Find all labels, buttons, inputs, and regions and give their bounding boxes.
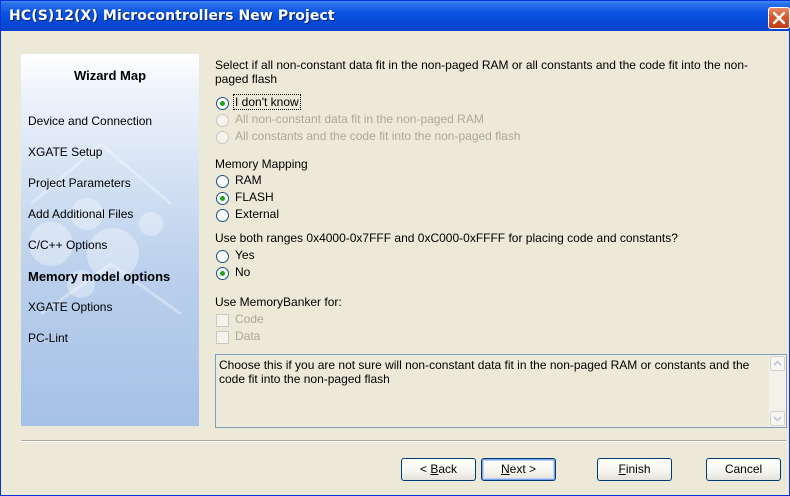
back-label: ack bbox=[438, 462, 458, 476]
finish-accel: F bbox=[618, 462, 626, 476]
wizard-map-title: Wizard Map bbox=[73, 68, 147, 83]
radio-flash-label[interactable]: FLASH bbox=[235, 190, 274, 204]
radio-ram-label[interactable]: RAM bbox=[235, 173, 262, 187]
title-bar[interactable]: HC(S)12(X) Microcontrollers New Project bbox=[1, 1, 790, 31]
scroll-down-button[interactable] bbox=[770, 411, 785, 426]
finish-button[interactable]: Finish bbox=[597, 458, 672, 481]
close-button[interactable] bbox=[768, 7, 790, 29]
radio-dont-know-label[interactable]: I don't know bbox=[233, 94, 301, 110]
radio-code-fit-flash-label: All constants and the code fit into the … bbox=[235, 129, 521, 143]
ranges-question: Use both ranges 0x4000-0x7FFF and 0xC000… bbox=[215, 231, 678, 245]
radio-code-fit-flash bbox=[216, 131, 229, 144]
nav-item-project-parameters[interactable]: Project Parameters bbox=[28, 176, 131, 190]
nav-item-cpp-options[interactable]: C/C++ Options bbox=[28, 238, 107, 252]
radio-dont-know[interactable] bbox=[216, 97, 229, 110]
button-separator bbox=[21, 440, 786, 442]
checkbox-data bbox=[216, 331, 229, 344]
next-accel: N bbox=[500, 462, 510, 476]
radio-external-label[interactable]: External bbox=[235, 207, 279, 221]
options-panel: Select if all non-constant data fit in t… bbox=[215, 54, 787, 428]
help-textbox[interactable]: Choose this if you are not sure will non… bbox=[215, 354, 787, 428]
checkbox-code bbox=[216, 314, 229, 327]
nav-item-device-connection[interactable]: Device and Connection bbox=[28, 114, 152, 128]
memorybanker-label: Use MemoryBanker for: bbox=[215, 295, 342, 309]
nav-item-memory-model[interactable]: Memory model options bbox=[28, 269, 170, 284]
memory-mapping-label: Memory Mapping bbox=[215, 157, 308, 171]
nav-item-xgate-options[interactable]: XGATE Options bbox=[28, 300, 112, 314]
radio-yes-label[interactable]: Yes bbox=[235, 248, 255, 262]
next-button[interactable]: Next > bbox=[481, 458, 556, 481]
fit-question: Select if all non-constant data fit in t… bbox=[215, 58, 748, 86]
cancel-button[interactable]: Cancel bbox=[706, 458, 781, 481]
wizard-map-panel: Wizard Map Device and Connection XGATE S… bbox=[21, 54, 199, 426]
help-scrollbar[interactable] bbox=[769, 355, 786, 427]
help-text: Choose this if you are not sure will non… bbox=[219, 358, 750, 386]
next-label: ext > bbox=[509, 462, 537, 476]
checkbox-data-label: Data bbox=[235, 329, 261, 343]
radio-flash[interactable] bbox=[216, 192, 229, 205]
radio-ram[interactable] bbox=[216, 175, 229, 188]
chevron-down-icon bbox=[773, 416, 782, 422]
nav-item-xgate-setup[interactable]: XGATE Setup bbox=[28, 145, 102, 159]
wizard-window: HC(S)12(X) Microcontrollers New Project … bbox=[0, 0, 790, 496]
chevron-up-icon bbox=[773, 360, 782, 366]
radio-external[interactable] bbox=[216, 209, 229, 222]
back-button[interactable]: < Back bbox=[401, 458, 476, 481]
nav-item-pc-lint[interactable]: PC-Lint bbox=[28, 331, 68, 345]
scroll-up-button[interactable] bbox=[770, 356, 785, 371]
radio-yes[interactable] bbox=[216, 250, 229, 263]
radio-data-fit-ram bbox=[216, 114, 229, 127]
nav-item-additional-files[interactable]: Add Additional Files bbox=[28, 207, 133, 221]
checkbox-code-label: Code bbox=[235, 312, 264, 326]
finish-label: inish bbox=[625, 462, 651, 476]
back-arrow-text: < bbox=[419, 462, 431, 476]
radio-no[interactable] bbox=[216, 267, 229, 280]
radio-no-label[interactable]: No bbox=[235, 265, 250, 279]
radio-data-fit-ram-label: All non-constant data fit in the non-pag… bbox=[235, 112, 484, 126]
window-title: HC(S)12(X) Microcontrollers New Project bbox=[9, 8, 335, 24]
